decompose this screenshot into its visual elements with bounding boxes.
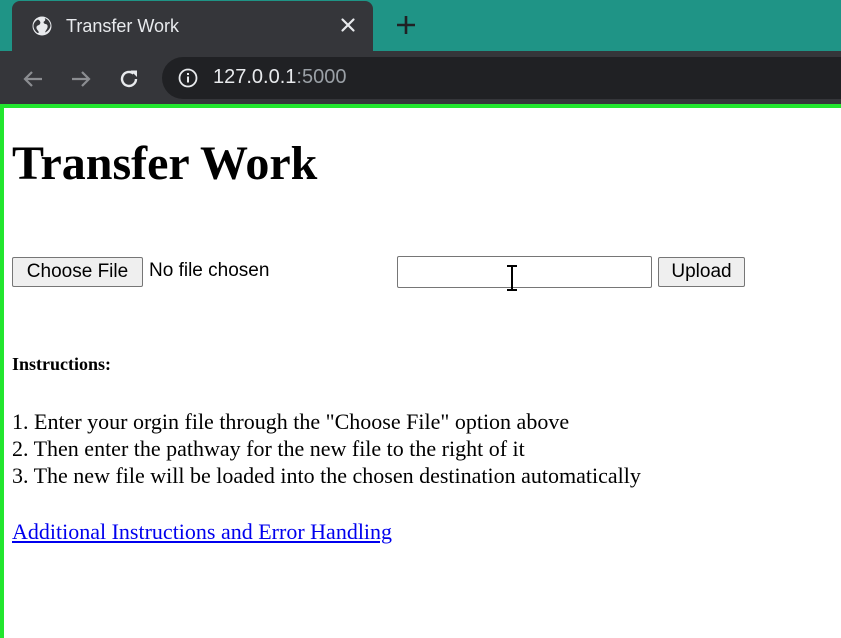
choose-file-button[interactable]: Choose File [12,257,143,287]
page-frame-top [0,104,841,108]
instructions-heading: Instructions: [12,354,112,374]
text-cursor-icon [507,265,517,291]
tab-bar: Transfer Work [0,0,841,51]
address-bar[interactable]: 127.0.0.1:5000 [162,57,841,99]
page-frame-left [0,104,4,638]
instruction-step: 1. Enter your orgin file through the "Ch… [12,409,570,434]
browser-tab[interactable]: Transfer Work [12,1,373,51]
url-text: 127.0.0.1:5000 [213,66,346,89]
destination-path-input[interactable] [397,256,652,288]
forward-arrow-icon[interactable] [69,67,93,91]
info-icon[interactable] [178,68,198,88]
page-title: Transfer Work [12,137,318,190]
reload-icon[interactable] [117,67,141,91]
plus-icon[interactable] [395,14,417,36]
url-port: :5000 [296,66,347,88]
globe-icon [32,16,52,36]
instruction-step: 2. Then enter the pathway for the new fi… [12,436,525,461]
browser-toolbar: 127.0.0.1:5000 [0,51,841,104]
additional-instructions-link[interactable]: Additional Instructions and Error Handli… [12,519,392,545]
instruction-step: 3. The new file will be loaded into the … [12,463,641,488]
close-icon[interactable] [339,16,357,34]
url-host: 127.0.0.1 [213,66,297,88]
tab-title: Transfer Work [66,16,180,36]
file-status-text: No file chosen [149,260,270,281]
instructions-list: 1. Enter your orgin file through the "Ch… [12,408,641,489]
back-arrow-icon[interactable] [21,67,45,91]
upload-button[interactable]: Upload [658,257,745,287]
